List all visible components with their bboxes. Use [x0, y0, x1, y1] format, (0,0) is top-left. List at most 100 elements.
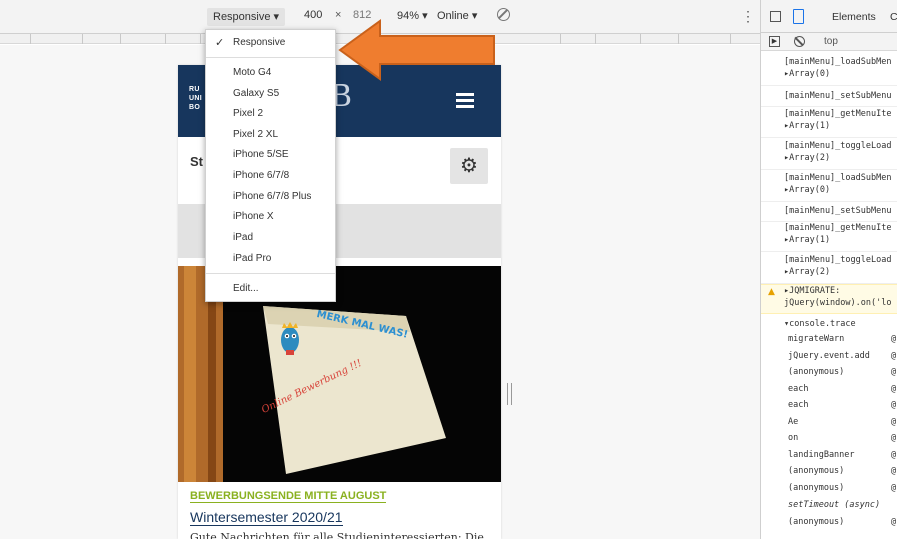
log-array[interactable]: ▸Array(1)	[784, 120, 897, 132]
trace-link[interactable]: @	[891, 366, 896, 378]
trace-frame[interactable]: each @	[761, 399, 897, 411]
log-text: [mainMenu]_setSubMenu	[784, 91, 892, 101]
trace-function: (anonymous)	[788, 483, 845, 493]
trace-link[interactable]: @	[891, 465, 896, 477]
trace-function: migrateWarn	[788, 334, 845, 344]
context-select[interactable]: top	[824, 36, 838, 47]
menu-item-responsive[interactable]: ✓ Responsive	[206, 33, 335, 53]
trace-link[interactable]: @	[891, 350, 896, 362]
warning-icon: ▲	[768, 287, 775, 297]
rotate-icon[interactable]	[497, 8, 510, 21]
trace-function: Ae	[788, 417, 799, 427]
search-label: St	[190, 154, 203, 169]
trace-frame[interactable]: (anonymous) @	[761, 516, 897, 528]
trace-header[interactable]: ▾console.trace	[761, 318, 897, 330]
menu-item-pixel-2[interactable]: Pixel 2	[206, 104, 335, 124]
log-array[interactable]: ▸Array(0)	[784, 184, 897, 196]
trace-function: (anonymous)	[788, 367, 845, 377]
warning-title[interactable]: ▸JQMIGRATE:	[784, 285, 897, 297]
trace-function: jQuery.event.add	[788, 351, 870, 361]
warning-text: jQuery(window).on('lo	[784, 298, 892, 308]
menu-item-iphone-5-se[interactable]: iPhone 5/SE	[206, 145, 335, 165]
menu-item-pixel-2-xl[interactable]: Pixel 2 XL	[206, 125, 335, 145]
device-select[interactable]: Responsive ▾	[207, 8, 286, 26]
trace-frame[interactable]: (anonymous) @	[761, 465, 897, 477]
console-message[interactable]: [mainMenu]_toggleLoad ▸Array(2)	[761, 140, 897, 170]
trace-frame[interactable]: (anonymous) @	[761, 482, 897, 494]
trace-frame[interactable]: each @	[761, 383, 897, 395]
menu-item-ipad[interactable]: iPad	[206, 228, 335, 248]
menu-item-edit[interactable]: Edit...	[206, 279, 335, 299]
console-toolbar: ▶ top	[761, 33, 897, 51]
news-kicker[interactable]: BEWERBUNGSENDE MITTE AUGUST	[190, 490, 387, 503]
trace-frame[interactable]: (anonymous) @	[761, 366, 897, 378]
tab-console[interactable]: C	[890, 11, 897, 23]
trace-link[interactable]: @	[891, 482, 896, 494]
console-message[interactable]: [mainMenu]_loadSubMen ▸Array(0)	[761, 56, 897, 86]
menu-item-ipad-pro[interactable]: iPad Pro	[206, 249, 335, 269]
menu-item-iphone-678[interactable]: iPhone 6/7/8	[206, 166, 335, 186]
menu-item-iphone-678-plus[interactable]: iPhone 6/7/8 Plus	[206, 187, 335, 207]
hamburger-menu-icon[interactable]	[456, 93, 474, 108]
log-array[interactable]: ▸Array(2)	[784, 152, 897, 164]
log-array[interactable]: ▸Array(1)	[784, 234, 897, 246]
devtools-tabbar: Elements C	[761, 0, 897, 33]
trace-link[interactable]: @	[891, 399, 896, 411]
inspect-element-icon[interactable]	[770, 11, 781, 22]
trace-frame[interactable]: migrateWarn @	[761, 333, 897, 345]
annotation-arrow	[338, 19, 495, 81]
trace-link[interactable]: @	[891, 333, 896, 345]
trace-link[interactable]: @	[891, 449, 896, 461]
log-array[interactable]: ▸Array(0)	[784, 68, 897, 80]
trace-function: landingBanner	[788, 450, 855, 460]
devtools-panel: Elements C ▶ top [mainMenu]_loadSubMen ▸…	[760, 0, 897, 539]
tab-elements[interactable]: Elements	[832, 11, 876, 23]
width-input[interactable]: 400	[304, 9, 322, 21]
checkmark-icon: ✓	[215, 37, 225, 49]
trace-async-separator: setTimeout (async)	[788, 500, 881, 510]
news-teaser: Gute Nachrichten für alle Studieninteres…	[190, 531, 484, 539]
console-message[interactable]: [mainMenu]_toggleLoad ▸Array(2)	[761, 254, 897, 284]
log-text: [mainMenu]_toggleLoad	[784, 255, 892, 265]
viewport-resize-handle[interactable]	[507, 383, 512, 405]
devtools-window: Responsive ▾ 400 × 812 94% ▾ Online ▾ ⋮ …	[0, 0, 897, 539]
menu-item-moto-g4[interactable]: Moto G4	[206, 63, 335, 83]
trace-link[interactable]: @	[891, 383, 896, 395]
menu-item-iphone-x[interactable]: iPhone X	[206, 207, 335, 227]
trace-function: (anonymous)	[788, 517, 845, 527]
log-text: [mainMenu]_toggleLoad	[784, 141, 892, 151]
sidebar-toggle-icon[interactable]: ▶	[769, 36, 780, 47]
console-warning[interactable]: ▲ ▸JQMIGRATE: jQuery(window).on('lo	[761, 284, 897, 314]
menu-divider	[206, 57, 335, 58]
device-toggle-icon[interactable]	[793, 9, 804, 24]
logo-line: BO	[189, 104, 201, 111]
trace-frame[interactable]: landingBanner @	[761, 449, 897, 461]
trace-link[interactable]: @	[891, 416, 896, 428]
logo-line: RU	[189, 86, 200, 93]
console-message[interactable]: [mainMenu]_setSubMenu	[761, 205, 897, 222]
settings-gear-icon[interactable]: ⚙	[450, 148, 488, 184]
logo-line: UNI	[189, 95, 202, 102]
trace-function: each	[788, 384, 809, 394]
trace-function: each	[788, 400, 809, 410]
menu-divider	[206, 273, 335, 274]
console-message[interactable]: [mainMenu]_getMenuIte ▸Array(1)	[761, 108, 897, 138]
trace-link[interactable]: @	[891, 516, 896, 528]
clear-console-icon[interactable]	[794, 36, 805, 47]
menu-item-galaxy-s5[interactable]: Galaxy S5	[206, 84, 335, 104]
console-message[interactable]: [mainMenu]_getMenuIte ▸Array(1)	[761, 222, 897, 252]
trace-function: on	[788, 433, 799, 443]
news-title[interactable]: Wintersemester 2020/21	[190, 509, 343, 526]
console-message[interactable]: [mainMenu]_loadSubMen ▸Array(0)	[761, 172, 897, 202]
menu-item-label: Responsive	[233, 37, 286, 48]
console-message[interactable]: [mainMenu]_setSubMenu	[761, 90, 897, 107]
log-array[interactable]: ▸Array(2)	[784, 266, 897, 278]
trace-frame[interactable]: on @	[761, 432, 897, 444]
site-logo[interactable]: RU UNI BO	[189, 85, 202, 112]
log-text: [mainMenu]_setSubMenu	[784, 206, 892, 216]
trace-link[interactable]: @	[891, 432, 896, 444]
trace-frame[interactable]: jQuery.event.add @	[761, 350, 897, 362]
trace-frame[interactable]: Ae @	[761, 416, 897, 428]
log-text: [mainMenu]_getMenuIte	[784, 109, 892, 119]
more-options-icon[interactable]: ⋮	[741, 8, 755, 25]
